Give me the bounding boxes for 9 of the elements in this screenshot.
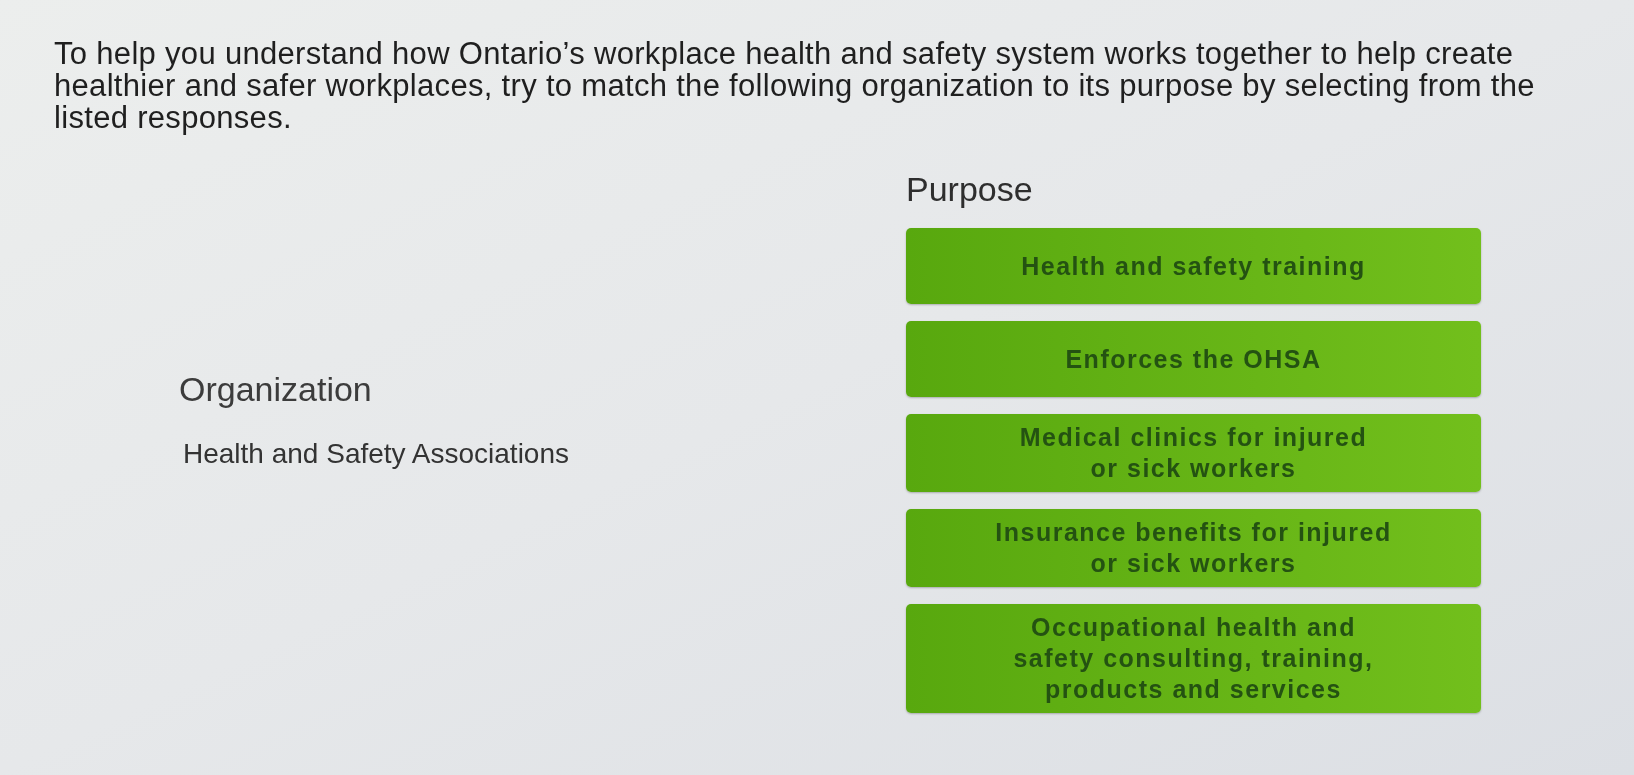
purpose-option[interactable]: Insurance benefits for injured or sick workers <box>906 509 1481 587</box>
purpose-option[interactable]: Enforces the OHSA <box>906 321 1481 397</box>
organization-heading: Organization <box>179 370 372 408</box>
purpose-heading: Purpose <box>906 170 1033 208</box>
instructions-text: To help you understand how Ontario’s workplace health and safety system works together to help create healthier and safer workplaces, try to match the following organization to its purpose by selecting from the listed responses. <box>54 38 1535 134</box>
purpose-option[interactable]: Occupational health and safety consulting, training, products and services <box>906 604 1481 713</box>
purpose-option[interactable]: Health and safety training <box>906 228 1481 304</box>
organization-name: Health and Safety Associations <box>183 438 569 470</box>
purpose-option[interactable]: Medical clinics for injured or sick workers <box>906 414 1481 492</box>
